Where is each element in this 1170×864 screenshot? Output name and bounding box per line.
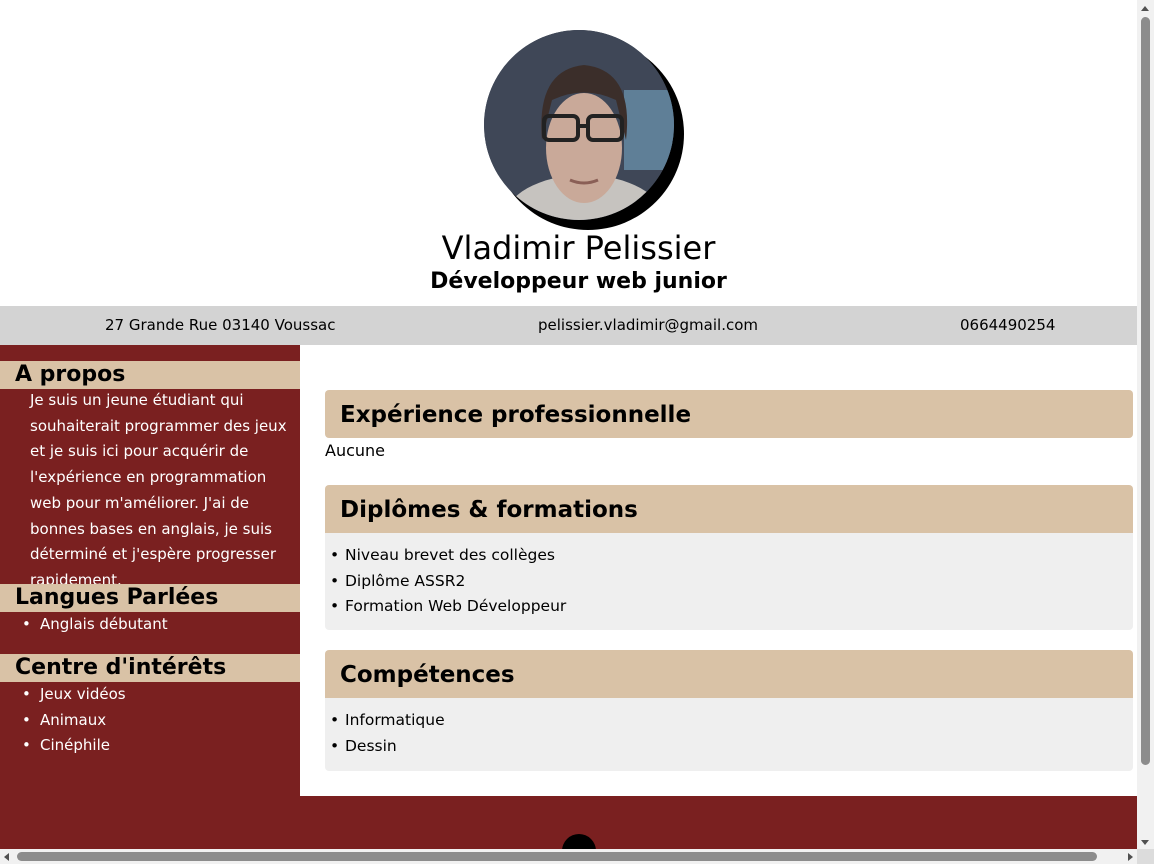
contact-bar: 27 Grande Rue 03140 Voussac pelissier.vl… [0,306,1137,345]
list-item: Animaux [22,708,126,734]
contact-email[interactable]: pelissier.vladimir@gmail.com [538,306,758,345]
education-heading: Diplômes & formations [325,485,1133,533]
job-title: Développeur web junior [430,269,727,294]
list-item: Niveau brevet des collèges [330,543,1133,569]
about-text: Je suis un jeune étudiant qui souhaitera… [30,391,287,589]
vertical-scroll-thumb[interactable] [1141,17,1150,765]
contact-address: 27 Grande Rue 03140 Voussac [105,316,336,334]
skills-heading: Compétences [325,650,1133,698]
list-item: Formation Web Développeur [330,594,1133,620]
skills-list: Informatique Dessin [325,698,1133,759]
cv-header: Vladimir Pelissier Développeur web junio… [0,0,1137,306]
page-title: Vladimir Pelissier [441,229,716,267]
list-item: Anglais débutant [22,612,168,638]
contact-phone: 0664490254 [960,316,1056,334]
horizontal-scrollbar[interactable] [0,849,1137,864]
list-item: Cinéphile [22,733,126,759]
education-body: Niveau brevet des collèges Diplôme ASSR2… [325,533,1133,630]
interests-heading: Centre d'intérêts [0,654,300,682]
about-heading: A propos [0,361,300,389]
skills-body: Informatique Dessin [325,698,1133,771]
list-item: Diplôme ASSR2 [330,569,1133,595]
list-item: Informatique [330,708,1133,734]
main-content: Expérience professionnelle Aucune Diplôm… [300,345,1137,796]
education-list: Niveau brevet des collèges Diplôme ASSR2… [325,533,1133,620]
profile-photo [484,30,684,230]
scroll-right-arrow-icon[interactable] [1128,853,1133,861]
scroll-up-arrow-icon[interactable] [1141,6,1149,11]
cv-page: Vladimir Pelissier Développeur web junio… [0,0,1137,849]
experience-card: Expérience professionnelle [325,390,1133,438]
languages-list: Anglais débutant [22,612,168,638]
interests-list: Jeux vidéos Animaux Cinéphile [22,682,126,759]
languages-heading: Langues Parlées [0,584,300,612]
footer [0,796,1137,849]
education-card: Diplômes & formations Niveau brevet des … [325,485,1133,630]
list-item: Jeux vidéos [22,682,126,708]
sidebar: A propos Je suis un jeune étudiant qui s… [0,345,300,796]
scroll-left-arrow-icon[interactable] [4,853,9,861]
github-icon[interactable] [562,834,596,849]
experience-text: Aucune [325,441,386,460]
avatar [484,30,674,220]
skills-card: Compétences Informatique Dessin [325,650,1133,771]
portrait-graphic [484,30,674,220]
horizontal-scroll-thumb[interactable] [17,852,1097,861]
scrollbar-corner [1137,849,1154,864]
scroll-down-arrow-icon[interactable] [1141,840,1149,845]
vertical-scrollbar[interactable] [1137,0,1154,849]
list-item: Dessin [330,734,1133,760]
experience-heading: Expérience professionnelle [325,390,1133,438]
